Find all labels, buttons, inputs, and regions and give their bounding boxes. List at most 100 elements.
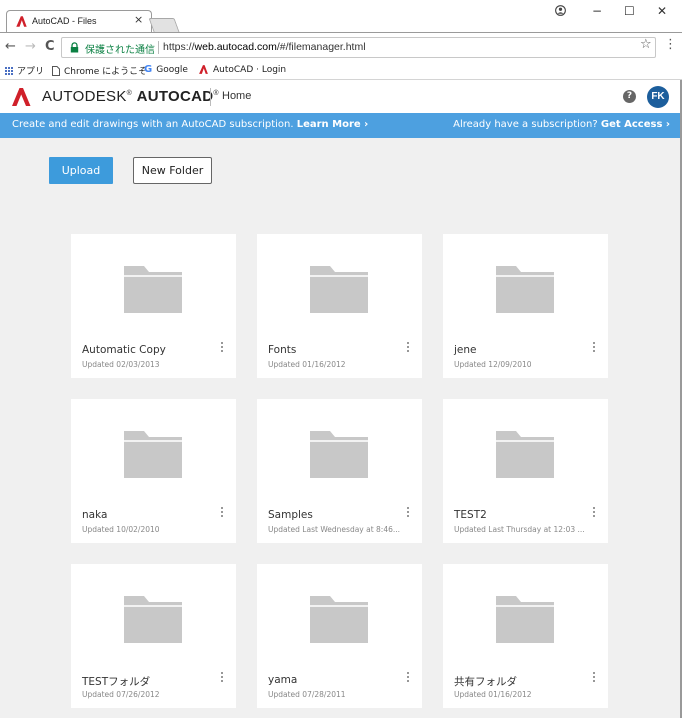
person-circle-icon[interactable] [555, 5, 566, 16]
new-folder-button[interactable]: New Folder [133, 157, 212, 184]
folder-card[interactable]: 共有フォルダ Updated 01/16/2012 [443, 564, 608, 708]
banner-right: Already have a subscription? Get Access … [453, 119, 670, 130]
bookmark-label: AutoCAD · Login [213, 64, 287, 75]
folder-card[interactable]: jene Updated 12/09/2010 [443, 234, 608, 378]
folder-updated: Updated 01/16/2012 [454, 690, 532, 699]
secure-label: 保護された通信 [85, 45, 155, 56]
page-icon [52, 65, 60, 76]
folder-updated: Updated 01/16/2012 [268, 360, 346, 369]
apps-grid-icon [5, 66, 13, 75]
folder-icon [496, 596, 554, 643]
browser-menu-icon[interactable]: ⋮ [664, 37, 677, 52]
folder-card[interactable]: Samples Updated Last Wednesday at 8:46..… [257, 399, 422, 543]
get-access-link[interactable]: Get Access › [601, 119, 670, 130]
bookmark-apps[interactable]: アプリ [5, 64, 44, 77]
url-host: web.autocad.com [194, 41, 277, 53]
autocad-logo-icon [199, 65, 208, 74]
tab-close-icon[interactable]: × [134, 13, 143, 26]
folder-name: yama [268, 674, 298, 686]
kebab-menu-icon[interactable] [219, 505, 225, 521]
window-maximize-button[interactable]: ☐ [624, 4, 635, 18]
back-arrow-icon[interactable]: ← [5, 39, 16, 54]
folder-card[interactable]: naka Updated 10/02/2010 [71, 399, 236, 543]
folder-icon [310, 596, 368, 643]
omnibox-separator [158, 41, 159, 54]
folder-grid: Automatic Copy Updated 02/03/2013 Fonts … [71, 234, 608, 708]
kebab-menu-icon[interactable] [405, 340, 411, 356]
window-close-button[interactable]: ✕ [657, 4, 667, 18]
url-path: /#/filemanager.html [276, 41, 366, 53]
banner-left: Create and edit drawings with an AutoCAD… [12, 119, 368, 130]
folder-name: naka [82, 509, 108, 521]
brand-reg-mark: ® [126, 90, 133, 97]
folder-icon [124, 596, 182, 643]
kebab-menu-icon[interactable] [591, 505, 597, 521]
brand-reg-mark-2: ® [213, 90, 219, 97]
folder-icon [310, 431, 368, 478]
folder-icon [496, 266, 554, 313]
folder-card[interactable]: TEST2 Updated Last Thursday at 12:03 ... [443, 399, 608, 543]
folder-icon [496, 431, 554, 478]
folder-updated: Updated 07/26/2012 [82, 690, 160, 699]
brand-autodesk: AUTODESK [42, 88, 127, 105]
folder-name: TEST2 [454, 509, 487, 521]
folder-updated: Updated 02/03/2013 [82, 360, 160, 369]
header-separator [210, 88, 211, 106]
subscription-banner: Create and edit drawings with an AutoCAD… [0, 113, 682, 138]
url-text: https://web.autocad.com/#/filemanager.ht… [163, 41, 366, 53]
learn-more-link[interactable]: Learn More › [297, 119, 369, 130]
bookmark-google[interactable]: G Google [144, 64, 188, 75]
url-prefix: https:// [163, 41, 195, 53]
bookmarks-bar: アプリ Chrome にようこそ G Google AutoCAD · Logi… [0, 61, 682, 80]
kebab-menu-icon[interactable] [405, 670, 411, 686]
folder-name: TESTフォルダ [82, 676, 151, 688]
folder-name: Samples [268, 509, 313, 521]
address-bar: ← → C 保護された通信 https://web.autocad.com/#/… [0, 33, 682, 61]
google-icon: G [144, 64, 153, 75]
folder-card[interactable]: Automatic Copy Updated 02/03/2013 [71, 234, 236, 378]
autocad-logo-icon [16, 16, 27, 27]
folder-card[interactable]: TESTフォルダ Updated 07/26/2012 [71, 564, 236, 708]
browser-tab[interactable]: AutoCAD - Files × [6, 10, 152, 33]
kebab-menu-icon[interactable] [219, 340, 225, 356]
browser-tab-bar: AutoCAD - Files × − ☐ ✕ [0, 0, 682, 33]
banner-text: Create and edit drawings with an AutoCAD… [12, 119, 294, 130]
folder-icon [124, 431, 182, 478]
folder-name: 共有フォルダ [454, 676, 517, 688]
have-subscription-text: Already have a subscription? [453, 119, 598, 130]
autocad-logo-icon[interactable] [11, 87, 31, 107]
brand-name: AUTODESK® AUTOCAD® [42, 88, 219, 105]
app-header: AUTODESK® AUTOCAD® Home ? FK [0, 80, 682, 113]
folder-updated: Updated Last Wednesday at 8:46... [268, 525, 401, 534]
lock-icon [70, 42, 79, 53]
folder-updated: Updated Last Thursday at 12:03 ... [454, 525, 585, 534]
folder-card[interactable]: yama Updated 07/28/2011 [257, 564, 422, 708]
bookmark-label: Google [156, 64, 188, 75]
folder-name: jene [454, 344, 477, 356]
reload-icon[interactable]: C [45, 39, 55, 54]
bookmark-star-icon[interactable]: ☆ [640, 37, 652, 52]
home-link[interactable]: Home [222, 90, 251, 102]
folder-name: Fonts [268, 344, 297, 356]
bookmark-label: アプリ [17, 67, 45, 77]
kebab-menu-icon[interactable] [405, 505, 411, 521]
kebab-menu-icon[interactable] [591, 340, 597, 356]
bookmark-chrome-welcome[interactable]: Chrome にようこそ [52, 64, 147, 77]
kebab-menu-icon[interactable] [591, 670, 597, 686]
folder-card[interactable]: Fonts Updated 01/16/2012 [257, 234, 422, 378]
avatar[interactable]: FK [647, 86, 669, 108]
url-input[interactable]: 保護された通信 https://web.autocad.com/#/filema… [61, 37, 656, 58]
folder-icon [310, 266, 368, 313]
window-minimize-button[interactable]: − [592, 4, 602, 18]
forward-arrow-icon[interactable]: → [25, 39, 36, 54]
brand-autocad: AUTOCAD [136, 88, 214, 105]
folder-name: Automatic Copy [82, 344, 166, 356]
folder-updated: Updated 10/02/2010 [82, 525, 160, 534]
folder-updated: Updated 07/28/2011 [268, 690, 346, 699]
tab-title: AutoCAD - Files [32, 16, 97, 26]
upload-button[interactable]: Upload [49, 157, 113, 184]
bookmark-autocad-login[interactable]: AutoCAD · Login [198, 64, 286, 75]
help-icon[interactable]: ? [623, 90, 636, 103]
kebab-menu-icon[interactable] [219, 670, 225, 686]
new-tab-button[interactable] [148, 18, 180, 32]
